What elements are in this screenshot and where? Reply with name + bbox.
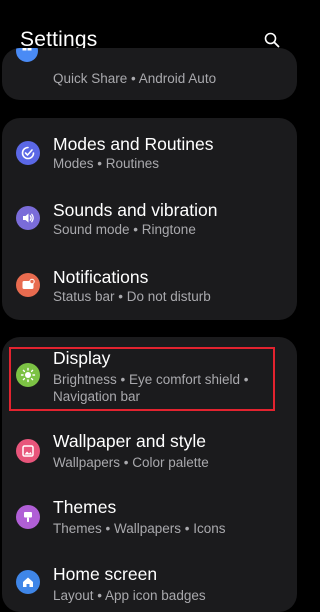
settings-item-label: Display — [53, 348, 111, 368]
settings-item-home-screen[interactable]: Home screen Layout • App icon badges — [2, 550, 297, 612]
notification-icon — [16, 273, 40, 297]
search-icon — [264, 32, 280, 48]
settings-item-subtitle: Status bar • Do not disturb — [53, 289, 211, 304]
search-button[interactable] — [262, 30, 282, 50]
settings-item-themes[interactable]: Themes Themes • Wallpapers • Icons — [2, 484, 297, 550]
settings-item-subtitle: Brightness • Eye comfort shield • — [53, 372, 249, 387]
settings-item-subtitle: Modes • Routines — [53, 156, 160, 171]
modes-card: Modes and Routines Modes • Routines Soun… — [2, 118, 297, 320]
modes-icon — [16, 141, 40, 165]
settings-item-sounds-vibration[interactable]: Sounds and vibration Sound mode • Ringto… — [2, 184, 297, 251]
settings-item-connected-devices[interactable]: Quick Share • Android Auto — [2, 48, 297, 100]
themes-icon — [16, 505, 40, 529]
settings-item-subtitle: Wallpapers • Color palette — [53, 455, 209, 470]
home-icon — [16, 570, 40, 594]
wallpaper-icon — [16, 439, 40, 463]
brightness-icon — [16, 363, 40, 387]
connected-devices-icon — [16, 48, 38, 62]
settings-item-label: Sounds and vibration — [53, 200, 218, 220]
settings-item-subtitle: Sound mode • Ringtone — [53, 222, 196, 237]
settings-item-subtitle: Layout • App icon badges — [53, 588, 206, 603]
settings-item-label: Notifications — [53, 267, 149, 287]
connections-card: Quick Share • Android Auto — [2, 48, 297, 100]
settings-item-subtitle: Quick Share • Android Auto — [53, 71, 217, 86]
settings-item-label: Wallpaper and style — [53, 431, 207, 451]
settings-item-display[interactable]: Display Brightness • Eye comfort shield … — [2, 337, 297, 417]
settings-item-label: Themes — [53, 497, 117, 517]
settings-item-notifications[interactable]: Notifications Status bar • Do not distur… — [2, 251, 297, 320]
display-card: Display Brightness • Eye comfort shield … — [2, 337, 297, 612]
settings-item-subtitle: Themes • Wallpapers • Icons — [53, 521, 226, 536]
volume-icon — [16, 206, 40, 230]
settings-item-subtitle-line2: Navigation bar — [53, 389, 141, 404]
settings-item-label: Home screen — [53, 564, 158, 584]
settings-item-modes-routines[interactable]: Modes and Routines Modes • Routines — [2, 118, 297, 184]
settings-item-wallpaper-style[interactable]: Wallpaper and style Wallpapers • Color p… — [2, 417, 297, 484]
settings-item-label: Modes and Routines — [53, 134, 214, 154]
